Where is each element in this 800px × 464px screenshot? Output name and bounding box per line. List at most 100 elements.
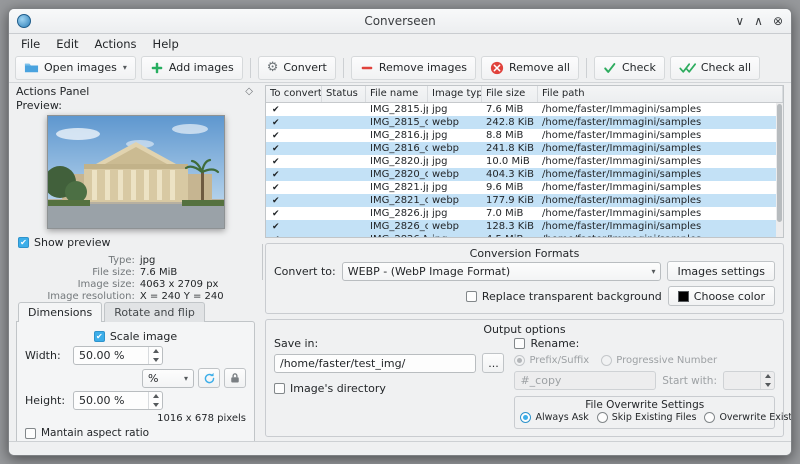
file-path-cell: /home/faster/Immagini/samples [542, 104, 702, 115]
table-row[interactable]: ✔ IMG_2821.jpg jpg 9.6 MiB/home/faster/Imma… [266, 181, 776, 194]
checkbox-icon [465, 290, 477, 302]
table-row[interactable]: ✔ IMG_2815.jpg jpg 7.6 MiB/home/faster/Imma… [266, 103, 776, 116]
refresh-button[interactable] [198, 368, 220, 388]
file-name-cell: IMG_2816.jpg [370, 130, 428, 141]
rename-pattern-input[interactable]: #_copy [514, 371, 657, 390]
remove-all-button[interactable]: Remove all [480, 55, 579, 80]
header-file-name[interactable]: File name [366, 86, 428, 102]
prefix-suffix-radio[interactable]: Prefix/Suffix [514, 355, 589, 366]
images-directory-checkbox[interactable]: Image's directory [274, 382, 504, 395]
check-all-button[interactable]: Check all [669, 55, 761, 80]
spin-down-icon[interactable] [761, 381, 774, 390]
toolbar-separator [585, 57, 587, 78]
table-row[interactable]: ✔ IMG_2816.jpg jpg 8.8 MiB/home/faster/Imma… [266, 129, 776, 142]
row-check-icon[interactable]: ✔ [270, 170, 280, 180]
open-images-label: Open images [44, 61, 117, 74]
open-images-button[interactable]: Open images ▾ [15, 55, 136, 80]
header-file-size[interactable]: File size [482, 86, 538, 102]
spin-up-icon[interactable] [761, 372, 774, 381]
row-check-icon[interactable]: ✔ [270, 131, 280, 141]
browse-button[interactable]: ... [482, 353, 505, 373]
status-cell [322, 129, 366, 142]
file-size-cell: 7.6 MiB [486, 104, 524, 115]
file-size-cell: 404.3 KiB [486, 169, 535, 180]
height-spinbox[interactable]: 50.00 % [73, 391, 163, 410]
replace-transparent-checkbox[interactable]: Replace transparent background [465, 290, 662, 303]
table-row[interactable]: ✔ IMG_2821_co… webp 177.9 KiB/home/faster/I… [266, 194, 776, 207]
image-type-cell: webp [432, 169, 460, 180]
conversion-formats-title: Conversion Formats [469, 247, 580, 260]
add-images-button[interactable]: Add images [140, 55, 243, 80]
toolbar-separator [249, 57, 251, 78]
menu-edit[interactable]: Edit [48, 36, 86, 52]
maximize-icon[interactable]: ∧ [754, 14, 763, 28]
show-preview-checkbox[interactable]: Show preview [18, 236, 255, 249]
table-row[interactable]: ✔ IMG_2826_co… webp 128.3 KiB/home/faster/I… [266, 220, 776, 233]
spin-down-icon[interactable] [149, 401, 162, 410]
check-button[interactable]: Check [593, 55, 665, 80]
menu-help[interactable]: Help [145, 36, 187, 52]
table-row[interactable]: ✔ IMG_2820_co… webp 404.3 KiB/home/faster/I… [266, 168, 776, 181]
table-scrollbar[interactable] [776, 103, 783, 237]
rename-checkbox[interactable]: Rename: [514, 337, 579, 350]
menu-actions[interactable]: Actions [87, 36, 145, 52]
images-settings-label: Images settings [677, 264, 765, 278]
tab-dimensions[interactable]: Dimensions [18, 302, 103, 322]
spin-up-icon[interactable] [149, 347, 162, 356]
checkbox-icon [18, 237, 29, 248]
spin-up-icon[interactable] [149, 392, 162, 401]
row-check-icon[interactable]: ✔ [270, 144, 280, 154]
menu-file[interactable]: File [13, 36, 48, 52]
radio-icon [596, 412, 608, 423]
row-check-icon[interactable]: ✔ [270, 157, 280, 167]
to-convert-cell: ✔ [266, 194, 322, 207]
unit-combobox[interactable]: % ▾ [142, 368, 194, 388]
output-options-title: Output options [483, 323, 566, 336]
tab-rotate-flip[interactable]: Rotate and flip [104, 302, 205, 322]
convert-button[interactable]: ⚙ Convert [257, 55, 336, 80]
status-bar [9, 441, 791, 455]
row-check-icon[interactable]: ✔ [270, 118, 280, 128]
always-ask-radio[interactable]: Always Ask [520, 412, 589, 423]
header-to-convert[interactable]: To convert [266, 86, 322, 102]
start-with-spinbox[interactable] [723, 371, 775, 390]
header-status[interactable]: Status [322, 86, 366, 102]
output-options-group: Output options Save in: /home/faster/tes… [265, 319, 791, 437]
scrollbar-thumb[interactable] [777, 104, 782, 222]
row-check-icon[interactable]: ✔ [270, 105, 280, 115]
table-row[interactable]: ✔ IMG_2826.jpg jpg 7.0 MiB/home/faster/Imma… [266, 207, 776, 220]
save-path-input[interactable]: /home/faster/test_img/ [274, 353, 477, 373]
close-icon[interactable]: ⊗ [773, 14, 783, 28]
header-image-type[interactable]: Image type [428, 86, 482, 102]
remove-images-button[interactable]: Remove images [350, 55, 476, 80]
images-settings-button[interactable]: Images settings [667, 261, 775, 281]
maintain-aspect-checkbox[interactable]: Mantain aspect ratio [25, 427, 149, 439]
to-convert-cell: ✔ [266, 142, 322, 155]
status-cell [322, 142, 366, 155]
spin-down-icon[interactable] [149, 356, 162, 365]
choose-color-button[interactable]: Choose color [667, 286, 775, 306]
lock-aspect-button[interactable] [224, 368, 246, 388]
table-row[interactable]: ✔ IMG_2820.jpg jpg 10.0 MiB/home/faster/Imm… [266, 155, 776, 168]
row-check-icon[interactable]: ✔ [270, 235, 280, 237]
row-check-icon[interactable]: ✔ [270, 183, 280, 193]
table-row[interactable]: ✔ IMG_2816_co… webp 241.8 KiB/home/faster/I… [266, 142, 776, 155]
row-check-icon[interactable]: ✔ [270, 222, 280, 232]
scale-image-checkbox[interactable]: Scale image [93, 330, 177, 343]
minimize-icon[interactable]: ∨ [735, 14, 744, 28]
conversion-formats-group: Conversion Formats Convert to: WEBP - (W… [265, 243, 784, 314]
header-file-path[interactable]: File path [538, 86, 783, 102]
overwrite-existing-radio[interactable]: Overwrite Existing Files [704, 412, 791, 423]
progressive-number-radio[interactable]: Progressive Number [601, 355, 717, 366]
row-check-icon[interactable]: ✔ [270, 209, 280, 219]
skip-existing-radio[interactable]: Skip Existing Files [596, 412, 696, 423]
to-convert-cell: ✔ [266, 155, 322, 168]
dock-float-icon[interactable]: ◇ [245, 86, 253, 97]
table-row[interactable]: ✔ IMG_2826-M…jpg4.5 MiB/home/faster/Immag… [266, 233, 776, 237]
format-combobox[interactable]: WEBP - (WebP Image Format) ▾ [341, 261, 662, 281]
remove-all-label: Remove all [508, 61, 570, 74]
table-row[interactable]: ✔ IMG_2815_co… webp 242.8 KiB/home/faster/I… [266, 116, 776, 129]
prefix-suffix-label: Prefix/Suffix [529, 355, 590, 366]
row-check-icon[interactable]: ✔ [270, 196, 280, 206]
width-spinbox[interactable]: 50.00 % [73, 346, 163, 365]
